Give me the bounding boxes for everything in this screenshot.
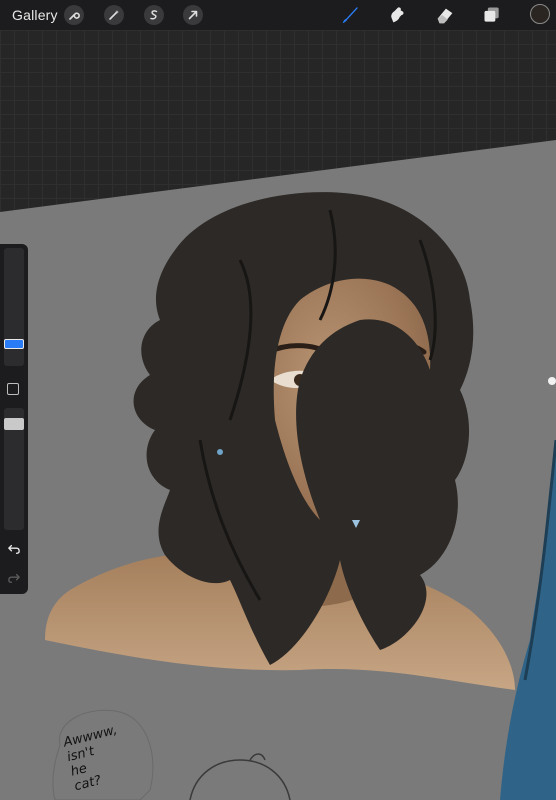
wrench-icon[interactable] xyxy=(64,5,84,25)
drawing-canvas[interactable]: Awwww, isn't he cat? xyxy=(0,30,556,800)
color-picker-swatch[interactable] xyxy=(530,4,550,24)
selection-icon[interactable] xyxy=(144,5,164,25)
magic-wand-icon[interactable] xyxy=(104,5,124,25)
modify-square-icon[interactable] xyxy=(7,383,19,395)
left-sidebar xyxy=(0,244,28,594)
opacity-thumb[interactable] xyxy=(4,418,24,430)
smudge-icon[interactable] xyxy=(385,3,409,27)
brush-size-thumb[interactable] xyxy=(4,339,24,349)
top-toolbar: Gallery xyxy=(0,0,556,30)
redo-icon[interactable] xyxy=(6,571,22,585)
artwork xyxy=(0,140,556,800)
layers-icon[interactable] xyxy=(480,3,504,27)
transform-arrow-icon[interactable] xyxy=(183,5,203,25)
undo-icon[interactable] xyxy=(6,542,22,556)
gallery-button[interactable]: Gallery xyxy=(12,7,58,23)
eraser-icon[interactable] xyxy=(433,3,457,27)
brush-icon[interactable] xyxy=(338,3,362,27)
